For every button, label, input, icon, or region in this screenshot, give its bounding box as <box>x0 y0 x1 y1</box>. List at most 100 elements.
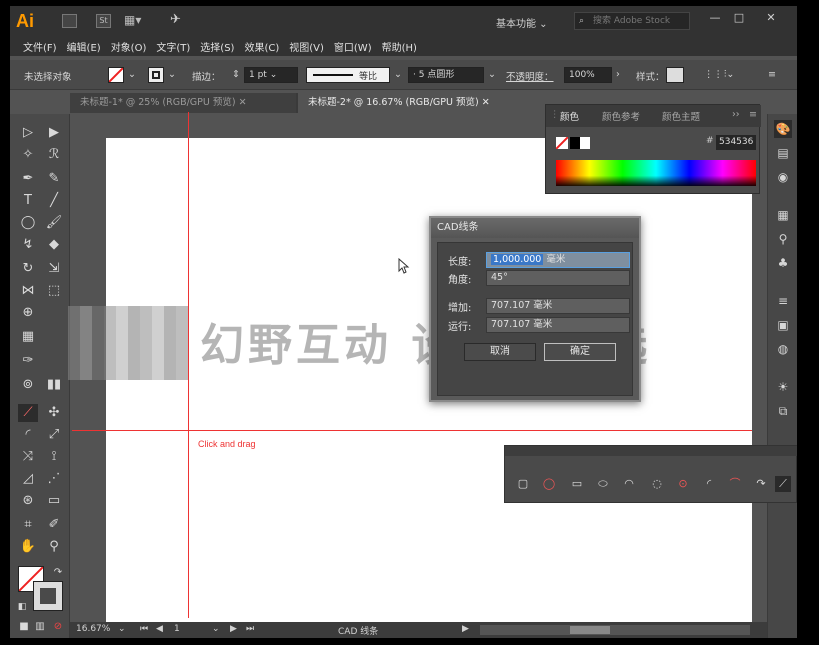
zoom-dropdown-icon[interactable]: ⌄ <box>118 624 126 634</box>
tab-color-themes[interactable]: 颜色主题 <box>662 109 700 123</box>
tab-untitled-1[interactable]: 未标题-1* @ 25% (RGB/GPU 预览) ✕ <box>70 93 296 113</box>
menu-window[interactable]: 窗口(W) <box>329 36 377 56</box>
ellipse-tool-icon[interactable]: ◯ <box>18 214 38 232</box>
minimize-button[interactable]: — <box>706 11 724 27</box>
cad-chamfer-tool-icon[interactable]: ⋰ <box>44 470 64 488</box>
horizontal-scrollbar[interactable] <box>480 625 750 635</box>
gradient-mode-icon[interactable]: ▥ <box>30 618 50 636</box>
cad-rectangle-tool-icon[interactable]: ▭ <box>44 492 64 510</box>
zoom-tool-icon[interactable]: ⚲ <box>44 538 64 556</box>
stroke-weight-input[interactable]: 1 pt ⌄ <box>244 67 298 83</box>
mesh-tool-icon[interactable]: ▦ <box>18 328 38 346</box>
opacity-arrow-icon[interactable]: › <box>616 69 620 80</box>
cad-arc-tool-icon[interactable]: ◜ <box>18 426 38 444</box>
opacity-input[interactable]: 100% <box>564 67 612 83</box>
panel-menu-icon[interactable]: ≡ <box>749 109 757 120</box>
length-input[interactable]: 1,000.000 毫米 <box>486 252 630 268</box>
hex-input[interactable]: 534536 <box>716 135 756 150</box>
cancel-button[interactable]: 取消 <box>464 343 536 361</box>
graphic-style-swatch[interactable] <box>666 67 684 83</box>
cad-circle-center-icon[interactable]: ⊙ <box>675 476 691 492</box>
document-setup-icon[interactable]: ⋮⋮ <box>704 69 723 80</box>
cad-arc-3pt-icon[interactable]: ◜ <box>701 476 717 492</box>
column-graph-tool-icon[interactable]: ▮▮ <box>44 376 64 394</box>
gpu-performance-icon[interactable]: ✈ <box>168 13 183 28</box>
first-artboard-icon[interactable]: ⏮ <box>140 624 148 634</box>
symbol-sprayer-tool-icon[interactable]: ⊚ <box>18 376 38 394</box>
stroke-weight-stepper-icon[interactable]: ⇕ <box>232 69 240 80</box>
stroke-panel-icon[interactable]: ≡ <box>774 292 792 310</box>
panel-grip-icon[interactable]: ⋮ <box>550 109 560 120</box>
swatches-icon[interactable]: ▦ <box>774 206 792 224</box>
workspace-switcher[interactable]: 基本功能 ⌄ <box>496 15 548 30</box>
direct-selection-tool-icon[interactable]: ▶ <box>44 124 64 142</box>
opacity-label[interactable]: 不透明度： <box>506 69 554 83</box>
transparency-panel-icon[interactable]: ◍ <box>774 340 792 358</box>
run-input[interactable]: 707.107 毫米 <box>486 317 630 333</box>
stock-icon[interactable]: St <box>96 14 111 28</box>
tab-untitled-2[interactable]: 未标题-2* @ 16.67% (RGB/GPU 预览) ✕ <box>298 93 545 113</box>
arrange-documents-icon[interactable]: ▦▾ <box>124 14 141 28</box>
menu-select[interactable]: 选择(S) <box>195 36 239 56</box>
stroke-swatch[interactable] <box>148 67 164 83</box>
artboard-dropdown-icon[interactable]: ⌄ <box>212 624 220 634</box>
eraser-tool-icon[interactable]: ◆ <box>44 236 64 254</box>
panel-collapse-icon[interactable]: ›› <box>732 109 740 120</box>
brush-definition-select[interactable]: · 5 点圆形 <box>408 67 484 83</box>
cad-circle-3pt-icon[interactable]: ◌ <box>649 476 665 492</box>
line-segment-tool-icon[interactable]: ╱ <box>44 192 64 210</box>
width-tool-icon[interactable]: ⋈ <box>18 282 38 300</box>
align-icon[interactable]: ⫶⌄ <box>724 69 734 80</box>
cad-circle-tool-icon[interactable]: ⊛ <box>18 492 38 510</box>
close-button[interactable]: ✕ <box>762 11 780 27</box>
shaper-tool-icon[interactable]: ↯ <box>18 236 38 254</box>
color-themes-icon[interactable]: ◉ <box>774 168 792 186</box>
previous-artboard-icon[interactable]: ◀ <box>156 624 163 634</box>
free-transform-tool-icon[interactable]: ⬚ <box>44 282 64 300</box>
stroke-label[interactable]: 描边： <box>192 69 221 83</box>
menu-view[interactable]: 视图(V) <box>284 36 329 56</box>
scrollbar-thumb[interactable] <box>570 626 610 634</box>
profile-dropdown-icon[interactable]: ⌄ <box>394 69 402 80</box>
next-artboard-icon[interactable]: ▶ <box>230 624 237 634</box>
menu-help[interactable]: 帮助(H) <box>377 36 422 56</box>
cad-offset-tool-icon[interactable]: ⤨ <box>18 448 38 466</box>
white-swatch[interactable] <box>580 137 590 149</box>
increase-input[interactable]: 707.107 毫米 <box>486 298 630 314</box>
angle-input[interactable]: 45° <box>486 270 630 286</box>
menu-type[interactable]: 文字(T) <box>151 36 195 56</box>
fill-dropdown-icon[interactable]: ⌄ <box>128 69 136 80</box>
none-mode-icon[interactable]: ⊘ <box>48 618 68 636</box>
scale-tool-icon[interactable]: ⇲ <box>44 260 64 278</box>
stroke-color-box[interactable] <box>33 581 63 611</box>
ok-button[interactable]: 确定 <box>544 343 616 361</box>
toolbar-grip[interactable] <box>505 446 797 456</box>
graphic-styles-icon[interactable]: ⧉ <box>774 402 792 420</box>
variable-width-profile[interactable]: 等比 <box>306 67 390 83</box>
pen-tool-icon[interactable]: ✒ <box>18 170 38 188</box>
black-swatch[interactable] <box>570 137 580 149</box>
cad-dimension-tool-icon[interactable]: ⤢ <box>44 426 64 444</box>
paintbrush-tool-icon[interactable]: 🖌 <box>44 214 64 232</box>
shape-builder-tool-icon[interactable]: ⊕ <box>18 304 38 322</box>
color-guide-icon[interactable]: ▤ <box>774 144 792 162</box>
none-color-icon[interactable] <box>556 137 568 149</box>
stock-search-input[interactable]: ⌕ 搜索 Adobe Stock <box>574 12 690 30</box>
swap-colors-icon[interactable]: ↷ <box>48 564 68 582</box>
menu-effect[interactable]: 效果(C) <box>239 36 284 56</box>
menu-object[interactable]: 对象(O) <box>106 36 152 56</box>
last-artboard-icon[interactable]: ⏭ <box>246 624 254 634</box>
stroke-dropdown-icon[interactable]: ⌄ <box>168 69 176 80</box>
control-menu-icon[interactable]: ≡ <box>768 69 776 80</box>
type-tool-icon[interactable]: T <box>18 192 38 210</box>
zoom-level[interactable]: 16.67% <box>76 624 110 634</box>
curvature-tool-icon[interactable]: ✎ <box>44 170 64 188</box>
status-menu-icon[interactable]: ▶ <box>462 624 469 634</box>
cad-line-tool-icon[interactable]: ⟋ <box>18 404 38 422</box>
rotate-tool-icon[interactable]: ↻ <box>18 260 38 278</box>
default-colors-icon[interactable]: ◧ <box>12 598 32 616</box>
eyedropper-tool-icon[interactable]: ✑ <box>18 352 38 370</box>
artboard-number[interactable]: 1 <box>174 624 180 634</box>
close-tab-icon[interactable]: ✕ <box>239 97 247 108</box>
close-tab-icon[interactable]: ✕ <box>482 97 490 108</box>
